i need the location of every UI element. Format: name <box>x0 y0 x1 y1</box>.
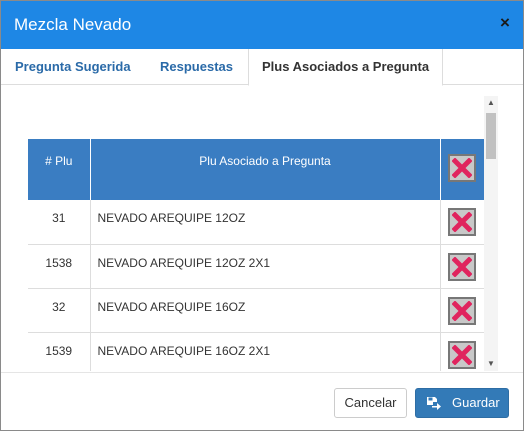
table-scroll-area[interactable]: # Plu Plu Asociado a Pregunta 31 NEVADO … <box>28 139 484 371</box>
table-row: 31 NEVADO AREQUIPE 12OZ <box>28 200 484 245</box>
scrollbar-thumb[interactable] <box>486 113 496 159</box>
delete-cell <box>440 288 484 333</box>
save-button-label: Guardar <box>452 395 500 410</box>
plu-table: # Plu Plu Asociado a Pregunta 31 NEVADO … <box>28 139 484 371</box>
delete-cell <box>440 332 484 371</box>
plu-number: 32 <box>28 288 91 333</box>
delete-all-button[interactable] <box>448 154 477 182</box>
plu-name: NEVADO AREQUIPE 16OZ 2X1 <box>90 332 441 371</box>
scroll-up-arrow-icon[interactable]: ▲ <box>484 96 498 110</box>
cancel-button[interactable]: Cancelar <box>334 388 407 418</box>
plu-name: NEVADO AREQUIPE 12OZ <box>90 200 441 245</box>
delete-row-button[interactable] <box>448 296 477 325</box>
plu-name: NEVADO AREQUIPE 16OZ <box>90 288 441 333</box>
plu-number: 1539 <box>28 332 91 371</box>
tab-pregunta-sugerida[interactable]: Pregunta Sugerida <box>15 49 131 85</box>
tab-respuestas[interactable]: Respuestas <box>160 49 233 85</box>
plu-number: 31 <box>28 200 91 245</box>
plu-name: NEVADO AREQUIPE 12OZ 2X1 <box>90 244 441 289</box>
table-row: 1539 NEVADO AREQUIPE 16OZ 2X1 <box>28 332 484 371</box>
save-button[interactable]: Guardar <box>415 388 509 418</box>
plu-number: 1538 <box>28 244 91 289</box>
tab-plus-asociados[interactable]: Plus Asociados a Pregunta <box>248 49 444 86</box>
column-header-num: # Plu <box>28 139 91 200</box>
modal-footer: Cancelar Guardar <box>1 372 523 430</box>
tab-content: # Plu Plu Asociado a Pregunta 31 NEVADO … <box>1 86 523 371</box>
delete-cell <box>440 244 484 289</box>
x-mark-icon <box>452 300 473 321</box>
x-mark-icon <box>452 344 473 365</box>
delete-row-button[interactable] <box>448 340 477 369</box>
tab-bar: Pregunta Sugerida Respuestas Plus Asocia… <box>1 49 523 86</box>
close-icon[interactable]: × <box>497 14 513 32</box>
x-mark-icon <box>452 158 473 178</box>
table-row: 1538 NEVADO AREQUIPE 12OZ 2X1 <box>28 244 484 289</box>
modal-dialog: Mezcla Nevado × Pregunta Sugerida Respue… <box>0 0 524 431</box>
vertical-scrollbar[interactable]: ▲ ▼ <box>484 96 498 371</box>
column-header-delete <box>440 139 484 200</box>
table-row: 32 NEVADO AREQUIPE 16OZ <box>28 288 484 333</box>
delete-row-button[interactable] <box>448 252 477 281</box>
scroll-down-arrow-icon[interactable]: ▼ <box>484 357 498 371</box>
save-icon <box>427 397 441 410</box>
x-mark-icon <box>452 256 473 277</box>
modal-title: Mezcla Nevado <box>14 15 132 34</box>
x-mark-icon <box>452 212 473 232</box>
column-header-name: Plu Asociado a Pregunta <box>90 139 441 200</box>
table-header-row: # Plu Plu Asociado a Pregunta <box>28 139 484 200</box>
delete-row-button[interactable] <box>448 208 477 236</box>
delete-cell <box>440 200 484 245</box>
modal-header: Mezcla Nevado × <box>1 1 523 49</box>
